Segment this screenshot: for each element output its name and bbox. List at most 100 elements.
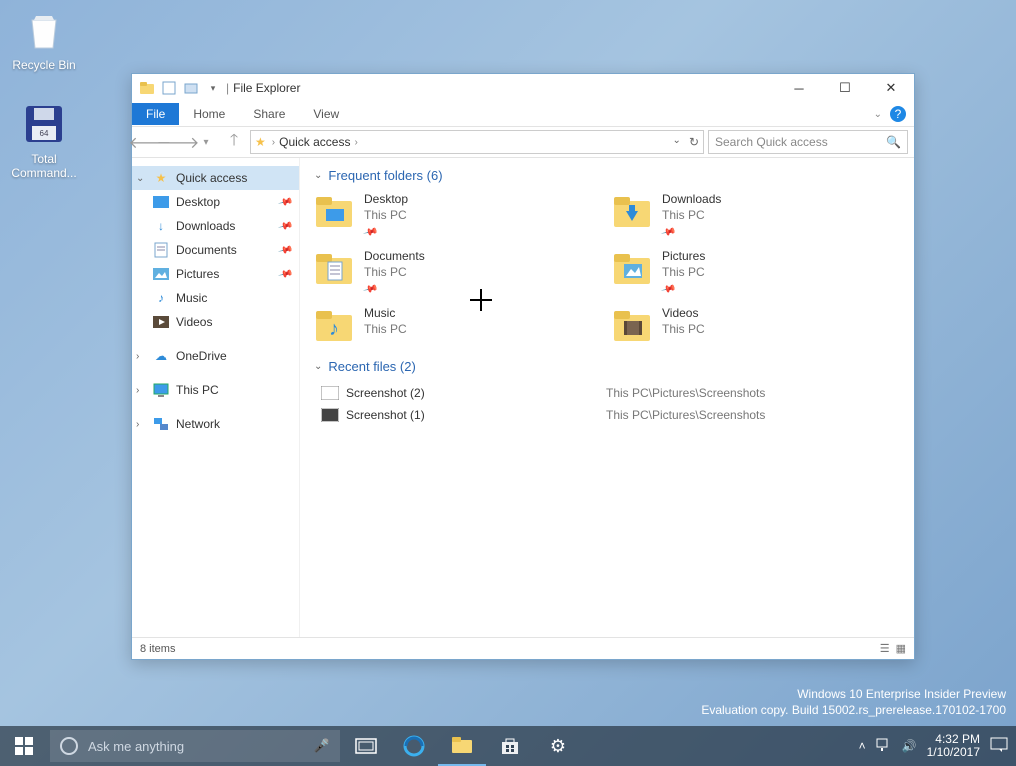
desktop-watermark: Windows 10 Enterprise Insider Preview Ev… <box>701 686 1006 718</box>
tray-volume-icon[interactable]: 🔊 <box>902 739 917 753</box>
folder-pictures-icon <box>612 248 652 288</box>
download-arrow-icon: ↓ <box>152 217 170 235</box>
window-title: File Explorer <box>233 81 300 95</box>
breadcrumb-item[interactable]: Quick access <box>279 135 350 149</box>
properties-icon[interactable] <box>160 79 178 97</box>
tab-file[interactable]: File <box>132 103 179 125</box>
titlebar[interactable]: ▾ | File Explorer ─ ☐ ✕ <box>132 74 914 102</box>
taskbar-app-store[interactable] <box>486 726 534 766</box>
folder-desktop-icon <box>314 191 354 231</box>
pin-icon: 📌 <box>277 218 293 234</box>
group-recent-files[interactable]: ⌄ Recent files (2) <box>314 359 900 374</box>
chevron-right-icon[interactable]: › <box>136 419 139 430</box>
close-button[interactable]: ✕ <box>868 74 914 102</box>
documents-icon <box>152 241 170 259</box>
folder-item-videos[interactable]: VideosThis PC <box>612 305 900 345</box>
content-pane: ⌄ Frequent folders (6) DesktopThis PC📌 D… <box>300 158 914 637</box>
nav-pictures[interactable]: Pictures 📌 <box>132 262 299 286</box>
gear-icon: ⚙ <box>550 736 566 757</box>
tab-home[interactable]: Home <box>179 103 239 125</box>
nav-network[interactable]: › Network <box>132 412 299 436</box>
tab-view[interactable]: View <box>299 103 353 125</box>
quick-access-star-icon: ★ <box>152 169 170 187</box>
search-input[interactable]: Search Quick access 🔍 <box>708 130 908 154</box>
folder-icon <box>138 79 156 97</box>
desktop: Recycle Bin 64 Total Command... Windows … <box>0 0 1016 766</box>
up-button[interactable]: 🡑 <box>222 130 246 154</box>
recent-locations-button[interactable]: ▾ <box>194 130 218 154</box>
maximize-button[interactable]: ☐ <box>822 74 868 102</box>
forward-button[interactable]: 🡒 <box>166 130 190 154</box>
pin-icon: 📌 <box>277 194 293 210</box>
tab-share[interactable]: Share <box>239 103 299 125</box>
microphone-icon[interactable]: 🎤 <box>314 738 330 754</box>
network-icon <box>152 415 170 433</box>
new-folder-icon[interactable] <box>182 79 200 97</box>
svg-text:64: 64 <box>40 129 49 138</box>
nav-desktop[interactable]: Desktop 📌 <box>132 190 299 214</box>
tray-chevron-up-icon[interactable]: ˄ <box>859 739 866 753</box>
folder-item-desktop[interactable]: DesktopThis PC📌 <box>314 191 602 240</box>
chevron-right-icon[interactable]: › <box>136 385 139 396</box>
pin-icon: 📌 <box>659 224 677 242</box>
quick-access-star-icon: ★ <box>255 135 266 149</box>
taskbar-app-settings[interactable]: ⚙ <box>534 726 582 766</box>
nav-documents[interactable]: Documents 📌 <box>132 238 299 262</box>
help-icon[interactable]: ? <box>890 106 906 122</box>
start-button[interactable] <box>0 726 48 766</box>
folder-downloads-icon <box>612 191 652 231</box>
minimize-button[interactable]: ─ <box>776 74 822 102</box>
pin-icon: 📌 <box>659 281 677 299</box>
ribbon-tabs: File Home Share View ⌄ ? <box>132 102 914 126</box>
nav-quick-access[interactable]: ⌄ ★ Quick access <box>132 166 299 190</box>
nav-downloads[interactable]: ↓ Downloads 📌 <box>132 214 299 238</box>
pin-icon: 📌 <box>277 266 293 282</box>
image-file-icon <box>314 408 346 422</box>
large-icons-view-icon[interactable]: ▦ <box>896 642 906 655</box>
breadcrumb[interactable]: ★ › Quick access › ⌄ ↻ <box>250 130 704 154</box>
music-note-icon: ♪ <box>152 289 170 307</box>
task-view-button[interactable] <box>342 726 390 766</box>
refresh-icon[interactable]: ↻ <box>689 135 699 149</box>
cortana-search-input[interactable]: Ask me anything 🎤 <box>50 730 340 762</box>
frequent-folders-grid: DesktopThis PC📌 DownloadsThis PC📌 Docume… <box>314 191 900 345</box>
recent-file-row[interactable]: Screenshot (2) This PC\Pictures\Screensh… <box>314 382 900 404</box>
tray-clock[interactable]: 4:32 PM 1/10/2017 <box>927 733 980 759</box>
nav-onedrive[interactable]: › ☁ OneDrive <box>132 344 299 368</box>
recent-files-list: Screenshot (2) This PC\Pictures\Screensh… <box>314 382 900 426</box>
chevron-down-icon[interactable]: ⌄ <box>136 173 144 184</box>
desktop-icon <box>152 193 170 211</box>
quick-access-toolbar: ▾ <box>138 79 222 97</box>
tray-network-icon[interactable] <box>876 738 892 755</box>
group-frequent-folders[interactable]: ⌄ Frequent folders (6) <box>314 168 900 183</box>
folder-item-music[interactable]: ♪ MusicThis PC <box>314 305 602 345</box>
folder-item-documents[interactable]: DocumentsThis PC📌 <box>314 248 602 297</box>
nav-videos[interactable]: Videos <box>132 310 299 334</box>
pictures-icon <box>152 265 170 283</box>
chevron-down-icon: ⌄ <box>314 170 322 181</box>
taskbar-app-file-explorer[interactable] <box>438 726 486 766</box>
qat-dropdown-icon[interactable]: ▾ <box>204 79 222 97</box>
taskbar-app-edge[interactable] <box>390 726 438 766</box>
folder-item-pictures[interactable]: PicturesThis PC📌 <box>612 248 900 297</box>
desktop-icon-total-commander[interactable]: 64 Total Command... <box>6 100 82 180</box>
recent-file-row[interactable]: Screenshot (1) This PC\Pictures\Screensh… <box>314 404 900 426</box>
chevron-down-icon: ⌄ <box>314 361 322 372</box>
nav-this-pc[interactable]: › This PC <box>132 378 299 402</box>
cortana-circle-icon <box>60 737 78 755</box>
address-dropdown-icon[interactable]: ⌄ <box>673 135 681 149</box>
folder-item-downloads[interactable]: DownloadsThis PC📌 <box>612 191 900 240</box>
ribbon-collapse-icon[interactable]: ⌄ <box>874 109 882 120</box>
desktop-icon-recycle-bin[interactable]: Recycle Bin <box>6 6 82 72</box>
pin-icon: 📌 <box>277 242 293 258</box>
chevron-right-icon[interactable]: › <box>136 351 139 362</box>
system-tray: ˄ 🔊 4:32 PM 1/10/2017 <box>859 733 1016 759</box>
item-count: 8 items <box>140 643 175 655</box>
navigation-pane: ⌄ ★ Quick access Desktop 📌 ↓ Downloads 📌… <box>132 158 300 637</box>
nav-music[interactable]: ♪ Music <box>132 286 299 310</box>
details-view-icon[interactable]: ☰ <box>880 642 890 655</box>
desktop-icon-label: Recycle Bin <box>6 58 82 72</box>
status-bar: 8 items ☰ ▦ <box>132 637 914 659</box>
svg-text:♪: ♪ <box>329 318 339 340</box>
tray-action-center-icon[interactable] <box>990 737 1008 756</box>
